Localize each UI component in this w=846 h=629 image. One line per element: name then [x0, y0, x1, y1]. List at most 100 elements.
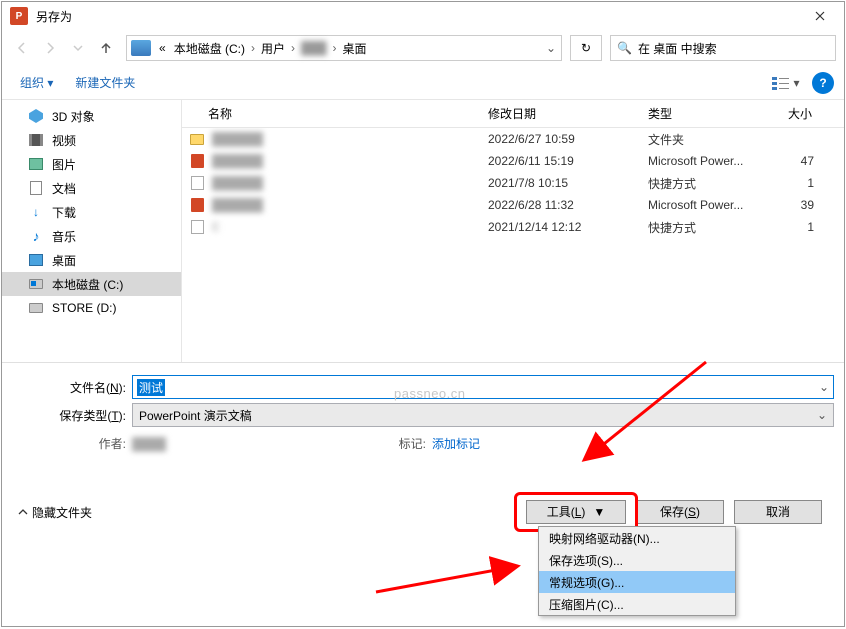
list-view-icon — [772, 76, 790, 90]
crumb[interactable]: 用户 — [257, 40, 289, 57]
file-icon — [188, 197, 206, 213]
tools-menu-compress[interactable]: 压缩图片(C)... — [539, 593, 735, 615]
file-date: 2021/12/14 12:12 — [488, 220, 648, 234]
sidebar-label: 图片 — [52, 156, 76, 173]
col-type[interactable]: 类型 — [648, 105, 788, 122]
address-bar[interactable]: « 本地磁盘 (C:) › 用户 › ███ › 桌面 ⌄ — [126, 35, 562, 61]
dropdown-icon[interactable]: ⌄ — [819, 380, 829, 394]
file-list-header: 名称 修改日期 类型 大小 — [182, 100, 844, 128]
nav-back-button[interactable] — [10, 36, 34, 60]
sidebar-item-drive-d[interactable]: STORE (D:) — [2, 296, 181, 320]
filetype-value: PowerPoint 演示文稿 — [139, 407, 252, 424]
sidebar-item-music[interactable]: ♪ 音乐 — [2, 224, 181, 248]
sidebar-label: 3D 对象 — [52, 108, 95, 125]
sidebar-label: STORE (D:) — [52, 301, 116, 315]
crumb[interactable]: 本地磁盘 (C:) — [170, 40, 249, 57]
col-size[interactable]: 大小 — [788, 105, 844, 122]
pictures-icon — [29, 158, 43, 170]
search-placeholder: 在 桌面 中搜索 — [638, 40, 717, 57]
crumb[interactable]: 桌面 — [339, 40, 371, 57]
file-type: 快捷方式 — [648, 175, 788, 192]
arrow-right-icon — [43, 41, 57, 55]
sidebar-item-downloads[interactable]: ↓下载 — [2, 200, 181, 224]
chevron-down-icon — [71, 41, 85, 55]
nav-up-button[interactable] — [94, 36, 118, 60]
sidebar-label: 桌面 — [52, 252, 76, 269]
dropdown-icon[interactable]: ⌄ — [817, 408, 827, 422]
type-label: 保存类型(T): — [6, 407, 132, 424]
address-dropdown[interactable]: ⌄ — [541, 41, 561, 55]
view-mode-button[interactable]: ▾ — [768, 72, 804, 94]
crumb-redacted[interactable]: ███ — [297, 41, 331, 55]
file-row[interactable]: ██████2022/6/27 10:59文件夹 — [182, 128, 844, 150]
sidebar-item-documents[interactable]: 文档 — [2, 176, 181, 200]
drive-icon — [131, 40, 151, 56]
file-size: 1 — [788, 176, 844, 190]
sidebar-label: 文档 — [52, 180, 76, 197]
file-type: Microsoft Power... — [648, 198, 788, 212]
cancel-button[interactable]: 取消 — [734, 500, 822, 524]
tools-label: 工具(L) — [547, 501, 586, 523]
sidebar-label: 本地磁盘 (C:) — [52, 276, 123, 293]
nav-recent-button[interactable] — [66, 36, 90, 60]
chevron-right-icon: › — [331, 41, 339, 55]
file-name: E — [212, 220, 488, 234]
file-date: 2022/6/28 11:32 — [488, 198, 648, 212]
nav-forward-button[interactable] — [38, 36, 62, 60]
file-icon — [188, 131, 206, 147]
hide-folders-toggle[interactable]: 隐藏文件夹 — [18, 504, 92, 521]
file-type: 文件夹 — [648, 131, 788, 148]
refresh-button[interactable]: ↻ — [570, 35, 602, 61]
music-icon: ♪ — [33, 228, 40, 244]
sidebar-item-drive-c[interactable]: 本地磁盘 (C:) — [2, 272, 181, 296]
arrow-up-icon — [99, 41, 113, 55]
organize-button[interactable]: 组织 ▾ — [12, 70, 61, 95]
save-button[interactable]: 保存(S) — [636, 500, 724, 524]
file-date: 2021/7/8 10:15 — [488, 176, 648, 190]
tools-menu-general-options[interactable]: 常规选项(G)... — [539, 571, 735, 593]
app-icon — [10, 7, 28, 25]
tools-menu-map-drive[interactable]: 映射网络驱动器(N)... — [539, 527, 735, 549]
help-button[interactable]: ? — [812, 72, 834, 94]
author-value[interactable]: ████ — [132, 437, 272, 451]
file-date: 2022/6/11 15:19 — [488, 154, 648, 168]
file-row[interactable]: ██████2022/6/28 11:32Microsoft Power...3… — [182, 194, 844, 216]
add-tag-link[interactable]: 添加标记 — [432, 435, 480, 452]
file-date: 2022/6/27 10:59 — [488, 132, 648, 146]
chevron-up-icon — [18, 507, 28, 517]
crumb[interactable]: « — [155, 41, 170, 55]
sidebar-label: 下载 — [52, 204, 76, 221]
search-input[interactable]: 🔍 在 桌面 中搜索 — [610, 35, 836, 61]
sidebar-item-3d[interactable]: 3D 对象 — [2, 104, 181, 128]
tag-label: 标记: — [382, 435, 432, 452]
sidebar-item-video[interactable]: 视频 — [2, 128, 181, 152]
file-row[interactable]: ██████2022/6/11 15:19Microsoft Power...4… — [182, 150, 844, 172]
file-row[interactable]: E2021/12/14 12:12快捷方式1 — [182, 216, 844, 238]
new-folder-button[interactable]: 新建文件夹 — [67, 70, 143, 95]
col-date[interactable]: 修改日期 — [488, 105, 648, 122]
file-row[interactable]: ██████2021/7/8 10:15快捷方式1 — [182, 172, 844, 194]
tools-menu-save-options[interactable]: 保存选项(S)... — [539, 549, 735, 571]
file-name: ██████ — [212, 176, 488, 190]
drive-icon — [29, 279, 43, 289]
sidebar-label: 音乐 — [52, 228, 76, 245]
filename-value: 测试 — [137, 379, 165, 396]
tools-menu: 映射网络驱动器(N)... 保存选项(S)... 常规选项(G)... 压缩图片… — [538, 526, 736, 616]
3d-icon — [29, 109, 43, 123]
file-list[interactable]: ██████2022/6/27 10:59文件夹██████2022/6/11 … — [182, 128, 844, 362]
file-icon — [188, 175, 206, 191]
close-icon — [815, 11, 825, 21]
filetype-select[interactable]: PowerPoint 演示文稿 ⌄ — [132, 403, 834, 427]
chevron-right-icon: › — [289, 41, 297, 55]
file-size: 47 — [788, 154, 844, 168]
arrow-left-icon — [15, 41, 29, 55]
tools-button[interactable]: 工具(L) ▼ — [526, 500, 626, 524]
filename-input[interactable]: 测试 ⌄ — [132, 375, 834, 399]
hide-folders-label: 隐藏文件夹 — [32, 504, 92, 521]
file-name: ██████ — [212, 198, 488, 212]
sidebar-item-pictures[interactable]: 图片 — [2, 152, 181, 176]
col-name[interactable]: 名称 — [188, 105, 488, 122]
close-button[interactable] — [797, 2, 842, 30]
search-icon: 🔍 — [617, 41, 632, 55]
sidebar-item-desktop[interactable]: 桌面 — [2, 248, 181, 272]
